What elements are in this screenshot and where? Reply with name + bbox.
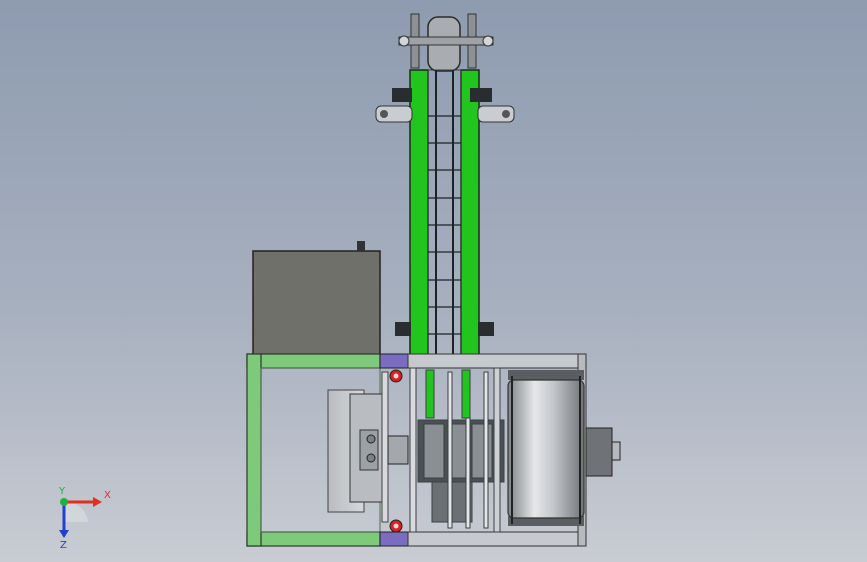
side-motor[interactable] [585, 427, 621, 477]
vertical-conveyor[interactable] [375, 13, 515, 361]
tensioner-bracket [375, 88, 515, 123]
cad-viewport[interactable] [0, 0, 867, 562]
belt-left [409, 69, 429, 361]
z-axis-label: Z [60, 540, 67, 551]
orientation-triad[interactable]: X Y Z [48, 482, 118, 552]
x-axis-label: X [104, 490, 111, 501]
control-box[interactable] [252, 241, 381, 356]
roller-drum[interactable] [507, 370, 585, 526]
coupling-block-bottom [379, 531, 409, 547]
coupling-block-top [379, 353, 409, 369]
belt-right [460, 69, 480, 361]
y-axis-dot [60, 498, 68, 506]
gear-motor[interactable] [327, 371, 409, 523]
y-axis-label: Y [58, 486, 66, 497]
drive-shafts [409, 367, 505, 533]
